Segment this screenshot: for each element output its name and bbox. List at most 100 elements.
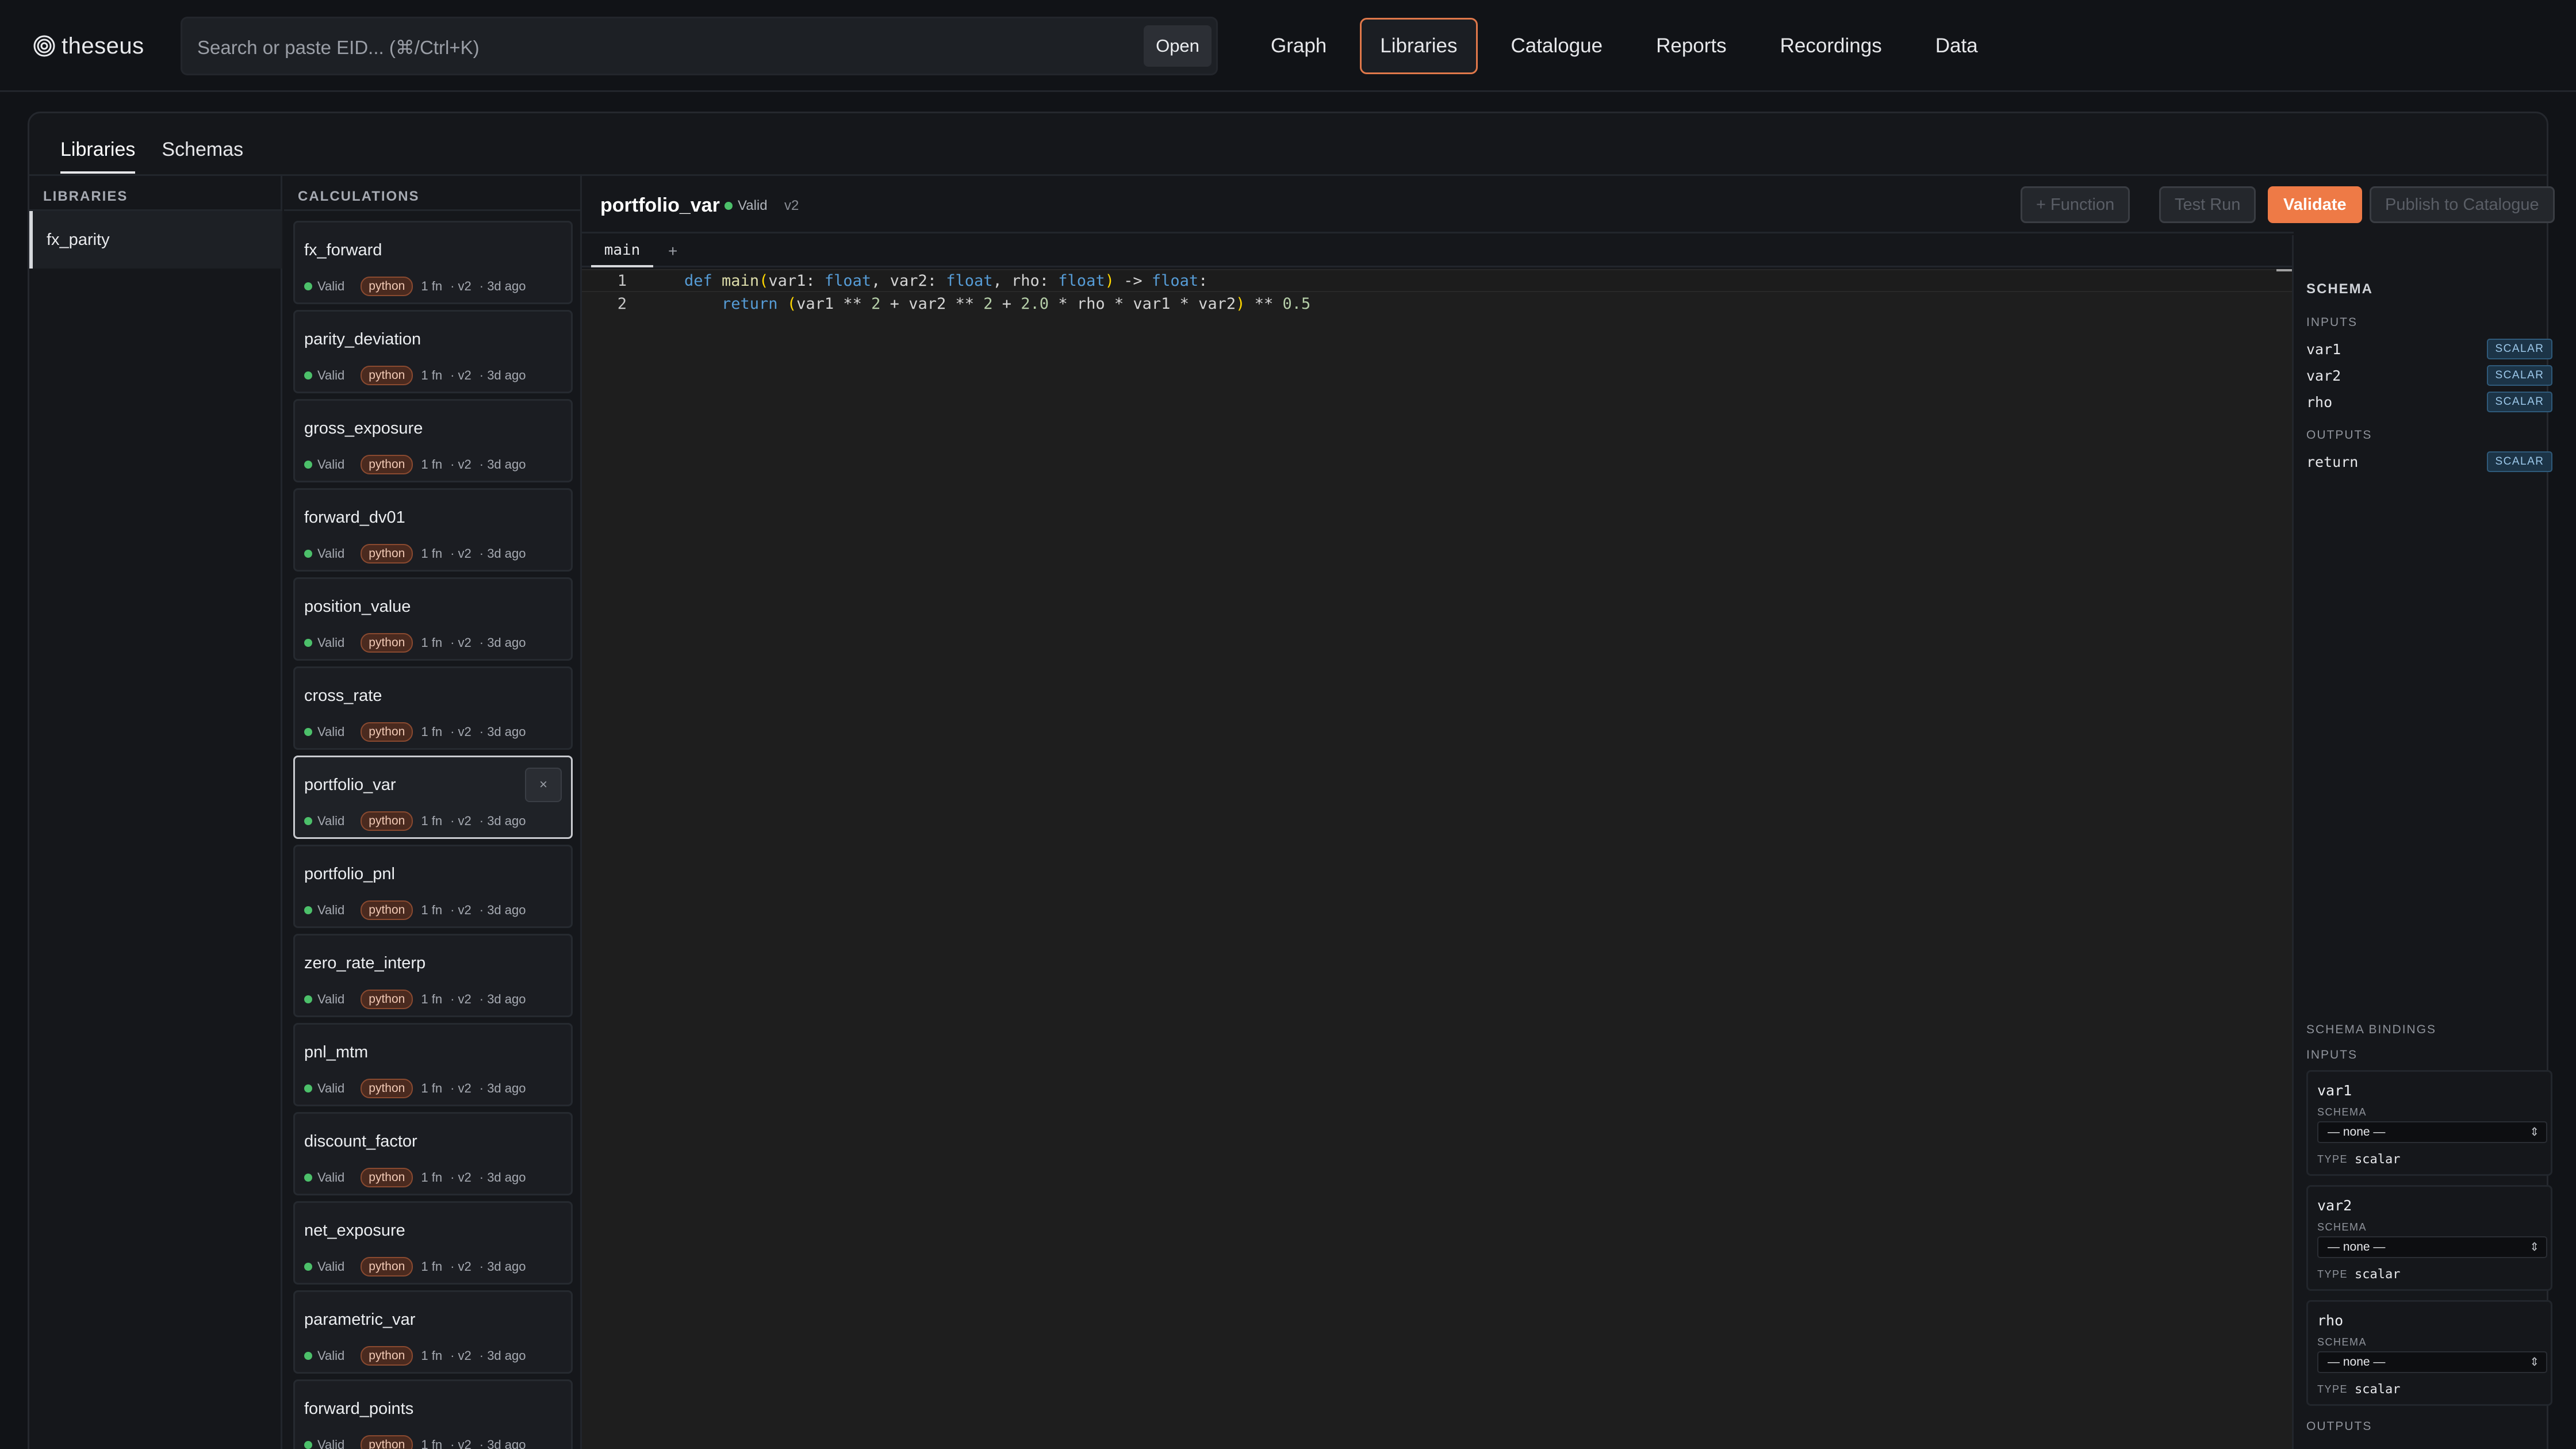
function-count: 1 fn <box>421 1348 443 1363</box>
tab-schemas[interactable]: Schemas <box>162 139 243 174</box>
calculation-card[interactable]: portfolio_var Valid python 1 fn · v2 · 3… <box>293 756 573 839</box>
language-badge: python <box>361 1435 413 1449</box>
nav-reports[interactable]: Reports <box>1636 18 1747 74</box>
type-value: scalar <box>2355 1152 2401 1167</box>
updated-time: · 3d ago <box>479 1438 526 1449</box>
bindings-outputs-label: OUTPUTS <box>2306 1420 2372 1433</box>
chevron-updown-icon: ⇕ <box>2529 1356 2539 1368</box>
version-label: · v2 <box>450 1259 471 1274</box>
app-logo[interactable]: theseus <box>33 31 144 61</box>
main-panel: Libraries Schemas LIBRARIES fx_parity CA… <box>28 112 2555 1449</box>
type-badge: SCALAR <box>2487 339 2552 359</box>
nav-graph[interactable]: Graph <box>1251 18 1347 74</box>
schema-select[interactable]: — none — ⇕ <box>2317 1236 2547 1258</box>
status-dot-icon <box>304 1174 312 1182</box>
nav-libraries[interactable]: Libraries <box>1360 18 1478 74</box>
nav-recordings[interactable]: Recordings <box>1760 18 1902 74</box>
libraries-heading: LIBRARIES <box>43 189 128 204</box>
calculation-meta: Valid python 1 fn · v2 · 3d ago <box>304 544 526 564</box>
schema-input-row: var2 SCALAR <box>2306 364 2552 387</box>
language-badge: python <box>361 1168 413 1187</box>
binding-name: rho <box>2317 1312 2344 1329</box>
status-label: Valid <box>738 198 768 213</box>
calculation-card[interactable]: portfolio_pnl Valid python 1 fn · v2 · 3… <box>293 845 573 928</box>
libraries-column: LIBRARIES fx_parity <box>29 176 282 1449</box>
add-function-button[interactable]: + Function <box>2021 186 2130 223</box>
nav-data[interactable]: Data <box>1915 18 1998 74</box>
language-badge: python <box>361 990 413 1009</box>
open-button[interactable]: Open <box>1144 25 1212 67</box>
status-dot-icon <box>304 817 312 825</box>
status-dot-icon <box>304 1084 312 1092</box>
scrollbar[interactable] <box>2276 269 2294 271</box>
code-line[interactable]: 2 return (var1 ** 2 + var2 ** 2 + 2.0 * … <box>582 292 2294 315</box>
calculation-card[interactable]: zero_rate_interp Valid python 1 fn · v2 … <box>293 934 573 1017</box>
calculation-card[interactable]: pnl_mtm Valid python 1 fn · v2 · 3d ago <box>293 1023 573 1106</box>
calculation-name: parity_deviation <box>304 330 421 348</box>
editor-tab-main[interactable]: main <box>591 235 653 267</box>
publish-to-catalogue-button[interactable]: Publish to Catalogue <box>2370 186 2555 223</box>
code-editor[interactable]: 1 def main(var1: float, var2: float, rho… <box>582 269 2294 1449</box>
calculation-meta: Valid python 1 fn · v2 · 3d ago <box>304 366 526 385</box>
calculation-meta: Valid python 1 fn · v2 · 3d ago <box>304 811 526 831</box>
version-label: · v2 <box>450 992 471 1006</box>
function-count: 1 fn <box>421 457 443 471</box>
language-badge: python <box>361 366 413 385</box>
status-dot-icon <box>304 728 312 736</box>
calculations-heading: CALCULATIONS <box>298 189 420 204</box>
type-label: TYPE <box>2317 1153 2348 1165</box>
binding-card: var2 SCHEMA — none — ⇕ TYPE scalar <box>2306 1185 2552 1291</box>
calculation-card[interactable]: net_exposure Valid python 1 fn · v2 · 3d… <box>293 1201 573 1285</box>
language-badge: python <box>361 811 413 831</box>
calculation-card[interactable]: forward_dv01 Valid python 1 fn · v2 · 3d… <box>293 488 573 572</box>
editor-column: portfolio_var Valid v2 + Function Test R… <box>582 176 2555 1449</box>
calculation-card[interactable]: position_value Valid python 1 fn · v2 · … <box>293 577 573 661</box>
type-badge: SCALAR <box>2487 392 2552 412</box>
version-label: · v2 <box>450 368 471 382</box>
binding-card: var1 SCHEMA — none — ⇕ TYPE scalar <box>2306 1070 2552 1176</box>
calculation-meta: Valid python 1 fn · v2 · 3d ago <box>304 1435 526 1449</box>
divider <box>284 209 580 211</box>
schema-select[interactable]: — none — ⇕ <box>2317 1351 2547 1373</box>
calculation-card[interactable]: cross_rate Valid python 1 fn · v2 · 3d a… <box>293 666 573 750</box>
calculation-name: position_value <box>304 597 411 616</box>
calculation-card[interactable]: forward_points Valid python 1 fn · v2 · … <box>293 1379 573 1449</box>
language-badge: python <box>361 633 413 653</box>
code-text: def main(var1: float, var2: float, rho: … <box>684 271 1208 290</box>
search-bar[interactable]: Search or paste EID... (⌘/Ctrl+K) Open <box>181 17 1218 75</box>
schema-select[interactable]: — none — ⇕ <box>2317 1121 2547 1143</box>
function-count: 1 fn <box>421 368 443 382</box>
version-label: · v2 <box>450 546 471 561</box>
calculation-meta: Valid python 1 fn · v2 · 3d ago <box>304 277 526 296</box>
validate-button[interactable]: Validate <box>2268 186 2362 223</box>
close-icon[interactable]: × <box>525 768 562 802</box>
sub-tabs: Libraries Schemas <box>60 139 243 174</box>
test-run-button[interactable]: Test Run <box>2159 186 2256 223</box>
schema-input-row: rho SCALAR <box>2306 390 2552 413</box>
status-label: Valid <box>317 1259 345 1274</box>
updated-time: · 3d ago <box>479 814 526 828</box>
schema-input-row: var1 SCALAR <box>2306 338 2552 361</box>
nav-catalogue[interactable]: Catalogue <box>1491 18 1623 74</box>
status-label: Valid <box>317 457 345 471</box>
status-label: Valid <box>317 814 345 828</box>
search-input[interactable]: Search or paste EID... (⌘/Ctrl+K) <box>197 36 480 59</box>
updated-time: · 3d ago <box>479 279 526 293</box>
version-label: · v2 <box>450 814 471 828</box>
library-item-fx-parity[interactable]: fx_parity <box>29 211 282 269</box>
calculation-card[interactable]: gross_exposure Valid python 1 fn · v2 · … <box>293 399 573 482</box>
code-line[interactable]: 1 def main(var1: float, var2: float, rho… <box>582 269 2294 292</box>
tab-libraries[interactable]: Libraries <box>60 139 136 174</box>
version-label: · v2 <box>450 903 471 917</box>
status-label: Valid <box>317 635 345 650</box>
calculation-list: fx_forward Valid python 1 fn · v2 · 3d a… <box>293 221 573 1449</box>
type-badge: SCALAR <box>2487 451 2552 472</box>
calculation-meta: Valid python 1 fn · v2 · 3d ago <box>304 990 526 1009</box>
calculation-card[interactable]: parametric_var Valid python 1 fn · v2 · … <box>293 1290 573 1374</box>
calculation-card[interactable]: fx_forward Valid python 1 fn · v2 · 3d a… <box>293 221 573 304</box>
editor-header: portfolio_var Valid v2 + Function Test R… <box>582 176 2555 233</box>
calculation-card[interactable]: discount_factor Valid python 1 fn · v2 ·… <box>293 1112 573 1195</box>
calculation-card[interactable]: parity_deviation Valid python 1 fn · v2 … <box>293 310 573 393</box>
add-tab-button[interactable]: + <box>668 242 677 260</box>
status-dot-icon <box>304 1263 312 1271</box>
